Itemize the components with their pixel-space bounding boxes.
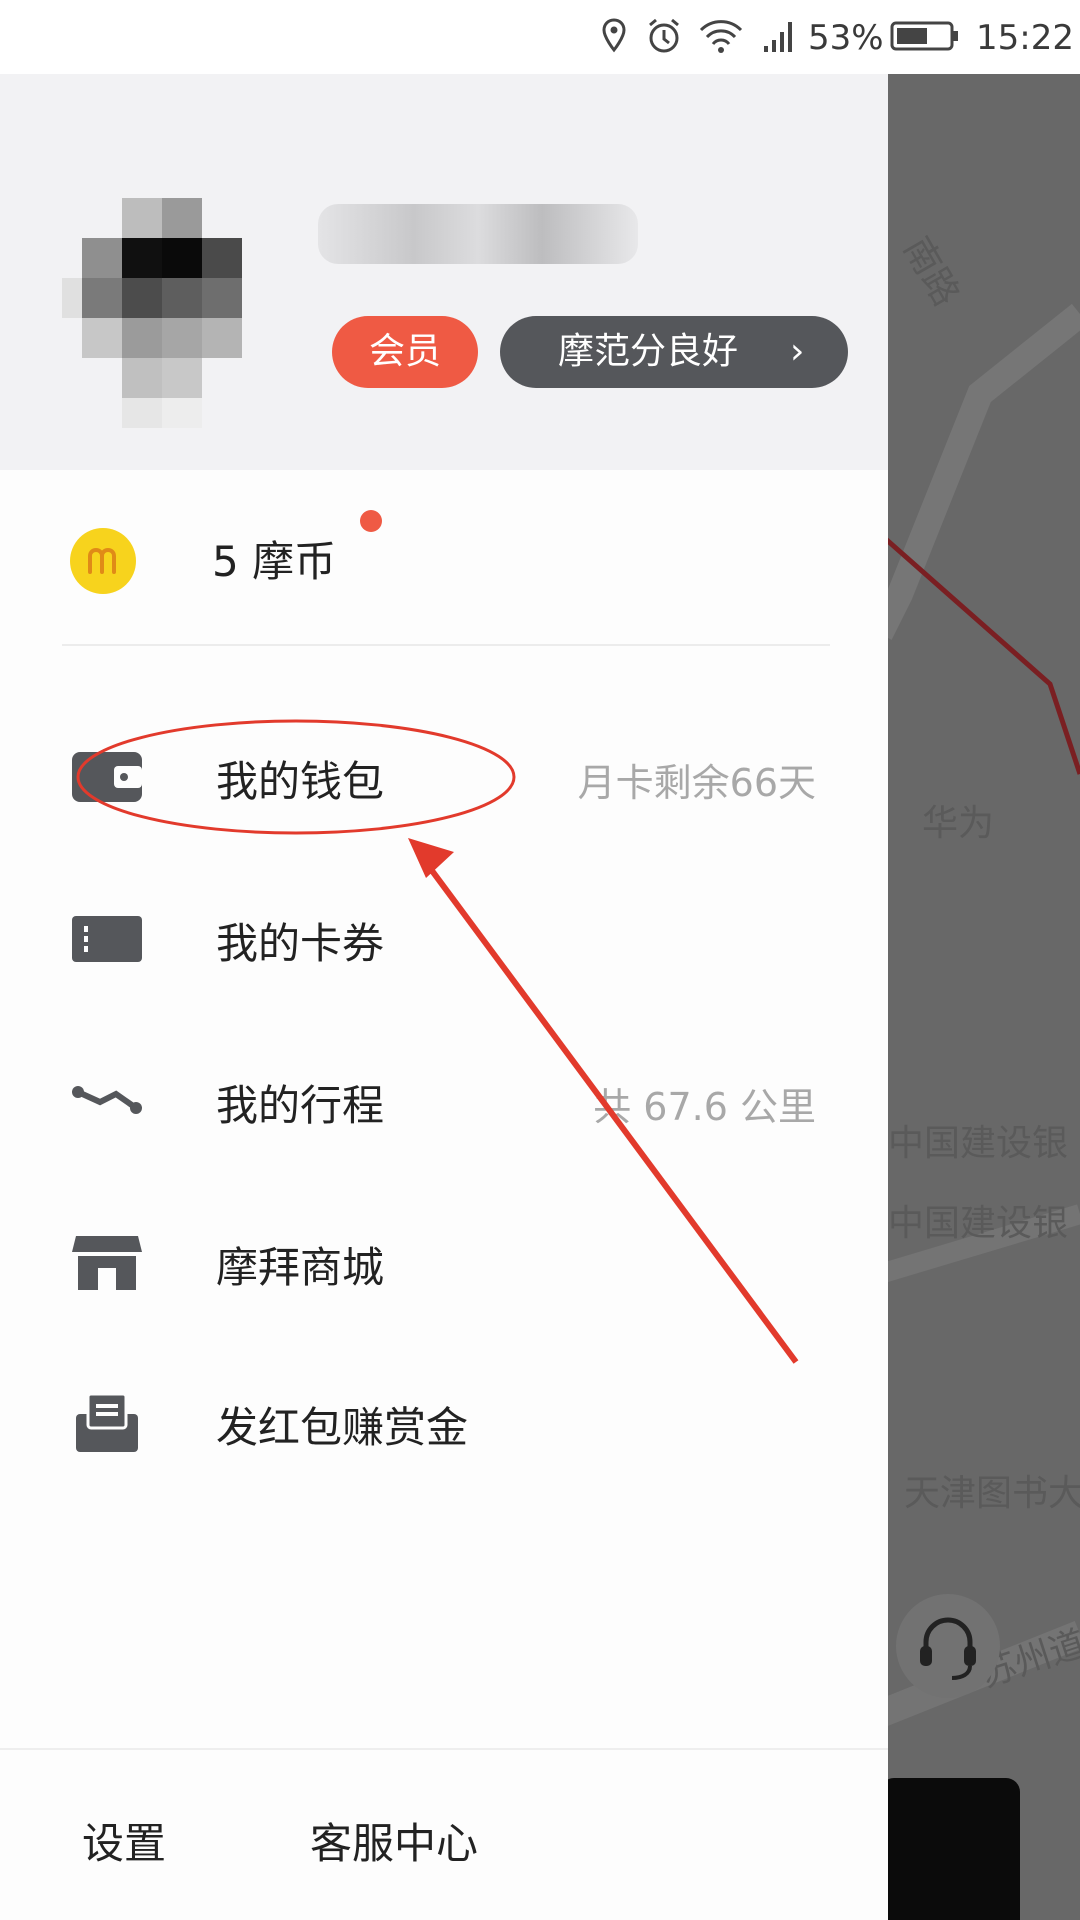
credit-score-badge[interactable]: 摩范分良好 ›: [500, 316, 848, 388]
avatar[interactable]: [62, 198, 272, 438]
wifi-icon: [699, 20, 743, 53]
member-badge[interactable]: 会员: [332, 316, 478, 388]
menu-item-label: 我的卡券: [216, 919, 385, 968]
battery-icon: [890, 21, 958, 51]
menu-item-value: 共 67.6 公里: [593, 1085, 816, 1129]
coin-icon: [70, 528, 136, 594]
map-label: 中国建设银: [888, 1203, 1069, 1244]
map-label: 中国建设银: [888, 1123, 1069, 1164]
menu-item-trips[interactable]: 我的行程 共 67.6 公里: [0, 1040, 888, 1160]
red-envelope-icon: [76, 1392, 138, 1452]
scan-unlock-button[interactable]: [880, 1778, 1020, 1920]
menu-item-value: 月卡剩余66天: [577, 761, 816, 805]
notification-dot: [360, 510, 382, 532]
menu-item-coupons[interactable]: 我的卡券: [0, 878, 888, 998]
menu-item-label: 我的行程: [216, 1081, 385, 1130]
customer-service-button[interactable]: [896, 1594, 1000, 1698]
side-drawer: 会员 摩范分良好 › 5 摩币 我的钱包 月卡剩余66天 我的卡券 我的行程 共…: [0, 74, 888, 1920]
map-label: 华为: [922, 803, 995, 844]
menu-item-wallet[interactable]: 我的钱包 月卡剩余66天: [0, 716, 888, 836]
battery-percent: 53%: [808, 18, 884, 58]
store-icon: [72, 1236, 142, 1290]
menu-item-red-envelope[interactable]: 发红包赚赏金: [0, 1362, 888, 1482]
profile-header[interactable]: 会员 摩范分良好 ›: [0, 74, 888, 470]
username-blurred: [318, 204, 638, 264]
footer-divider: [0, 1748, 888, 1750]
menu-item-label: 发红包赚赏金: [216, 1403, 469, 1452]
menu-item-store[interactable]: 摩拜商城: [0, 1202, 888, 1322]
headset-icon: [920, 1617, 976, 1680]
coin-balance-label: 5 摩币: [212, 537, 337, 586]
divider: [62, 644, 830, 646]
wallet-icon: [72, 752, 142, 802]
credit-score-label: 摩范分良好: [558, 331, 739, 372]
signal-icon: [764, 22, 792, 52]
customer-service-link[interactable]: 客服中心: [310, 1810, 478, 1871]
chevron-right-icon: ›: [790, 331, 805, 372]
alarm-icon: [649, 18, 679, 53]
trip-icon: [72, 1086, 142, 1114]
ticket-icon: [72, 916, 142, 962]
settings-link[interactable]: 设置: [82, 1810, 166, 1871]
location-icon: [602, 18, 626, 53]
clock: 15:22: [976, 18, 1074, 58]
menu-item-label: 我的钱包: [216, 757, 385, 806]
coin-balance-row[interactable]: 5 摩币: [0, 470, 888, 646]
map-label: 天津图书大: [904, 1473, 1080, 1514]
menu-item-label: 摩拜商城: [216, 1243, 385, 1292]
status-bar: 53% 15:22: [0, 0, 1080, 74]
